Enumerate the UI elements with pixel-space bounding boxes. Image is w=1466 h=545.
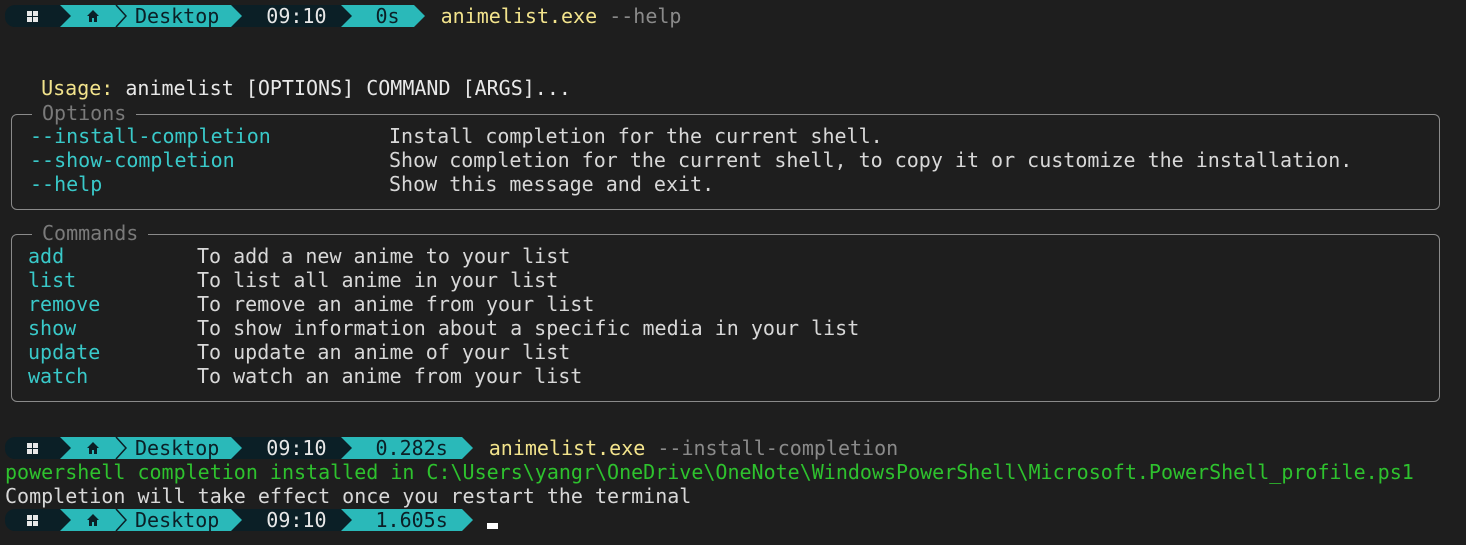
command-args: --install-completion	[645, 436, 898, 460]
command-name: watch	[28, 364, 89, 388]
options-panel: Options --install-completion Install com…	[11, 101, 1440, 210]
windows-segment	[5, 5, 60, 27]
home-segment	[71, 437, 115, 459]
directory-segment: Desktop	[127, 508, 232, 532]
windows-icon	[27, 10, 38, 22]
duration-segment: 1.605s	[351, 508, 462, 532]
command-desc: To update an anime of your list	[197, 340, 571, 364]
windows-icon	[27, 442, 38, 454]
command-desc: To list all anime in your list	[197, 268, 559, 292]
command-name: update	[28, 340, 101, 364]
duration-segment: 0.282s	[351, 436, 462, 460]
terminal-cursor[interactable]	[486, 523, 498, 529]
usage-text: animelist [OPTIONS] COMMAND [ARGS]...	[125, 76, 571, 100]
home-icon	[87, 442, 99, 454]
prompt-line-2: Desktop 09:10 0.282s animelist.exe --ins…	[5, 436, 898, 460]
command-text: animelist.exe	[440, 4, 598, 28]
time-segment: 09:10	[242, 4, 341, 28]
home-icon	[87, 10, 99, 22]
home-icon	[87, 514, 99, 526]
command-name: remove	[28, 292, 101, 316]
option-desc: Show this message and exit.	[389, 172, 715, 196]
commands-title: Commands	[32, 221, 149, 245]
option-desc: Install completion for the current shell…	[389, 124, 883, 148]
time-segment: 09:10	[242, 508, 341, 532]
command-desc: To remove an anime from your list	[197, 292, 595, 316]
command-args-text: --install-completion	[657, 436, 899, 460]
prompt-line-3: Desktop 09:10 1.605s	[5, 508, 498, 532]
option-name: --install-completion	[30, 124, 271, 148]
command-name: list	[28, 268, 77, 292]
command-args-text: --help	[609, 4, 682, 28]
prompt-line-1: Desktop 09:10 0s animelist.exe --help	[5, 4, 681, 28]
command-desc: To show information about a specific med…	[197, 316, 860, 340]
windows-segment	[5, 437, 60, 459]
output-installed: powershell completion installed in C:\Us…	[5, 460, 1414, 484]
command-text: animelist.exe	[488, 436, 646, 460]
command-name: show	[28, 316, 77, 340]
command-desc: To add a new anime to your list	[197, 244, 571, 268]
command-desc: To watch an anime from your list	[197, 364, 583, 388]
windows-icon	[27, 514, 38, 526]
usage-label: Usage:	[41, 76, 114, 100]
directory-segment: Desktop	[127, 4, 232, 28]
commands-panel: Commands add To add a new anime to your …	[11, 221, 1440, 402]
home-segment	[71, 509, 115, 531]
options-title: Options	[32, 101, 137, 125]
option-name: --help	[30, 172, 103, 196]
option-desc: Show completion for the current shell, t…	[389, 148, 1353, 172]
time-segment: 09:10	[242, 436, 341, 460]
home-segment	[71, 5, 115, 27]
command-name: add	[28, 244, 65, 268]
duration-segment: 0s	[351, 4, 414, 28]
usage-line: Usage: animelist [OPTIONS] COMMAND [ARGS…	[17, 52, 571, 100]
windows-segment	[5, 509, 60, 531]
option-name: --show-completion	[30, 148, 235, 172]
directory-segment: Desktop	[127, 436, 232, 460]
output-restart: Completion will take effect once you res…	[5, 484, 692, 508]
command-args: --help	[597, 4, 681, 28]
